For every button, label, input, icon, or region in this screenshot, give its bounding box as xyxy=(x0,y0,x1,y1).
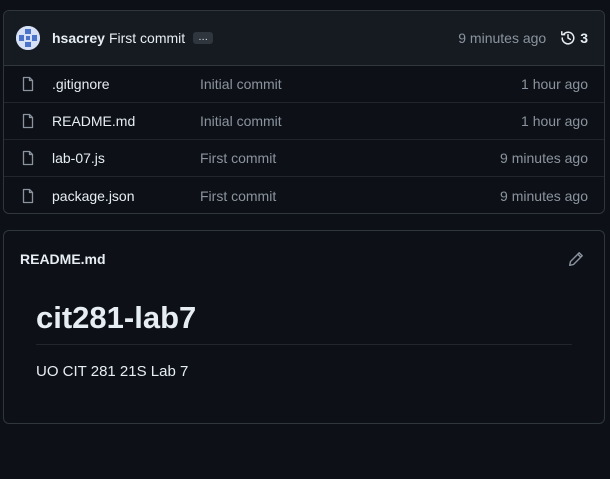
file-commit-message[interactable]: Initial commit xyxy=(200,76,521,92)
expand-commit-button[interactable]: … xyxy=(193,32,214,44)
history-count: 3 xyxy=(580,30,588,46)
file-row[interactable]: .gitignore Initial commit 1 hour ago xyxy=(4,66,604,103)
file-commit-message[interactable]: First commit xyxy=(200,150,500,166)
readme-header: README.md xyxy=(4,231,604,286)
edit-readme-button[interactable] xyxy=(564,247,588,271)
file-icon xyxy=(22,150,34,166)
commit-message[interactable]: First commit xyxy=(109,30,185,46)
file-icon xyxy=(22,188,34,203)
commit-time: 9 minutes ago xyxy=(458,30,547,46)
file-icon xyxy=(22,113,34,129)
file-commit-message[interactable]: First commit xyxy=(200,188,500,204)
readme-box: README.md cit281-lab7 UO CIT 281 21S Lab… xyxy=(3,230,605,424)
file-icon xyxy=(22,76,34,92)
file-list-box: hsacrey First commit … 9 minutes ago 3 .… xyxy=(3,10,605,214)
file-name[interactable]: package.json xyxy=(52,188,200,204)
readme-paragraph: UO CIT 281 21S Lab 7 xyxy=(36,363,189,380)
latest-commit-header: hsacrey First commit … 9 minutes ago 3 xyxy=(4,11,604,66)
commit-author[interactable]: hsacrey xyxy=(52,30,105,46)
file-name[interactable]: README.md xyxy=(52,113,200,129)
file-row[interactable]: package.json First commit 9 minutes ago xyxy=(4,177,604,213)
file-commit-message[interactable]: Initial commit xyxy=(200,113,521,129)
history-link[interactable]: 3 xyxy=(560,30,588,46)
file-commit-time: 1 hour ago xyxy=(521,113,588,129)
file-row[interactable]: lab-07.js First commit 9 minutes ago xyxy=(4,140,604,177)
file-commit-time: 9 minutes ago xyxy=(500,150,588,166)
pencil-icon xyxy=(569,251,583,266)
file-commit-time: 1 hour ago xyxy=(521,76,588,92)
history-icon xyxy=(561,31,575,45)
file-commit-time: 9 minutes ago xyxy=(500,187,588,204)
file-row[interactable]: README.md Initial commit 1 hour ago xyxy=(4,103,604,140)
readme-heading: cit281-lab7 xyxy=(36,300,572,345)
avatar[interactable] xyxy=(16,26,40,50)
file-name[interactable]: .gitignore xyxy=(52,76,200,92)
file-name[interactable]: lab-07.js xyxy=(52,150,200,166)
readme-title[interactable]: README.md xyxy=(20,251,106,267)
readme-content: cit281-lab7 UO CIT 281 21S Lab 7 xyxy=(4,286,604,380)
